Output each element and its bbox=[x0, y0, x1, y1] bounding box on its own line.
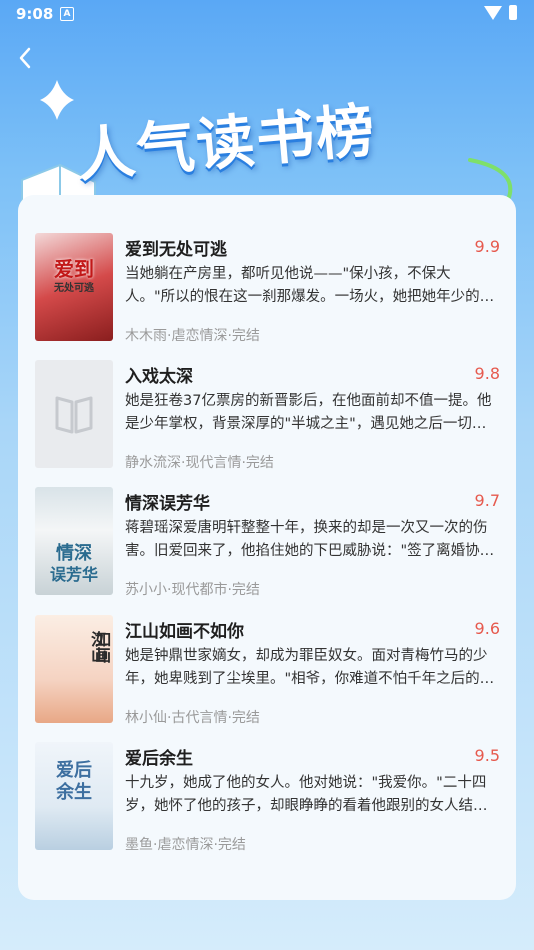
cover-subtitle: 余生 bbox=[56, 782, 92, 803]
book-cover: 爱后 余生 bbox=[35, 742, 113, 850]
list-item[interactable]: 情深 误芳华 情深误芳华 9.7 蒋碧瑶深爱唐明轩整整十年，换来的却是一次又一次… bbox=[35, 487, 500, 602]
cover-title: 爱到 bbox=[54, 257, 94, 281]
book-score: 9.6 bbox=[474, 619, 500, 638]
book-title: 江山如画不如你 bbox=[125, 622, 244, 642]
book-description: 她是狂卷37亿票房的新晋影后，在他面前却不值一提。他是少年掌权，背景深厚的"半城… bbox=[125, 393, 492, 432]
book-title: 爱后余生 bbox=[125, 749, 193, 769]
sparkle-icon bbox=[40, 80, 74, 120]
list-item[interactable]: 入戏太深 9.8 她是狂卷37亿票房的新晋影后，在他面前却不值一提。他是少年掌权… bbox=[35, 360, 500, 475]
book-score: 9.5 bbox=[474, 746, 500, 765]
book-cover: 情深 误芳华 bbox=[35, 487, 113, 595]
ranking-list: 爱到 无处可逃 爱到无处可逃 9.9 当她躺在产房里，都听见他说——"保小孩，不… bbox=[18, 195, 516, 900]
notification-icon: A bbox=[60, 7, 74, 21]
battery-icon bbox=[509, 5, 517, 20]
status-time: 9:08 bbox=[16, 5, 54, 23]
book-cover: 江山 如画 bbox=[35, 615, 113, 723]
book-cover: 爱到 无处可逃 bbox=[35, 233, 113, 341]
book-score: 9.8 bbox=[474, 364, 500, 383]
book-description: 她是钟鼎世家嫡女，却成为罪臣奴女。面对青梅竹马的少年，她卑贱到了尘埃里。"相爷，… bbox=[125, 648, 495, 687]
book-meta: 静水流深·现代言情·完结 bbox=[125, 455, 274, 471]
book-title: 入戏太深 bbox=[125, 367, 193, 387]
status-bar: 9:08 A bbox=[0, 0, 534, 28]
book-meta: 林小仙·古代言情·完结 bbox=[125, 710, 260, 726]
cover-subtitle: 如画 bbox=[92, 631, 111, 663]
book-score: 9.9 bbox=[474, 237, 500, 256]
list-item[interactable]: 江山 如画 江山如画不如你 9.6 她是钟鼎世家嫡女，却成为罪臣奴女。面对青梅竹… bbox=[35, 615, 500, 730]
book-placeholder-icon bbox=[55, 396, 93, 434]
book-description: 蒋碧瑶深爱唐明轩整整十年，换来的却是一次又一次的伤害。旧爱回来了，他掐住她的下巴… bbox=[125, 520, 488, 559]
wifi-icon bbox=[484, 6, 502, 20]
book-score: 9.7 bbox=[474, 491, 500, 510]
cover-subtitle: 误芳华 bbox=[49, 565, 98, 584]
book-title: 情深误芳华 bbox=[125, 494, 210, 514]
book-cover bbox=[35, 360, 113, 468]
list-item[interactable]: 爱到 无处可逃 爱到无处可逃 9.9 当她躺在产房里，都听见他说——"保小孩，不… bbox=[35, 233, 500, 348]
book-description: 十九岁，她成了他的女人。他对她说："我爱你。"二十四岁，她怀了他的孩子，却眼睁睁… bbox=[125, 775, 487, 814]
book-description: 当她躺在产房里，都听见他说——"保小孩，不保大人。"所以的恨在这一刹那爆发。一场… bbox=[125, 266, 495, 305]
book-meta: 苏小小·现代都市·完结 bbox=[125, 582, 260, 598]
cover-subtitle: 无处可逃 bbox=[54, 283, 94, 294]
book-meta: 木木雨·虐恋情深·完结 bbox=[125, 328, 260, 344]
book-meta: 墨鱼·虐恋情深·完结 bbox=[125, 837, 246, 853]
list-item[interactable]: 爱后 余生 爱后余生 9.5 十九岁，她成了他的女人。他对她说："我爱你。"二十… bbox=[35, 742, 500, 857]
book-title: 爱到无处可逃 bbox=[125, 240, 227, 260]
